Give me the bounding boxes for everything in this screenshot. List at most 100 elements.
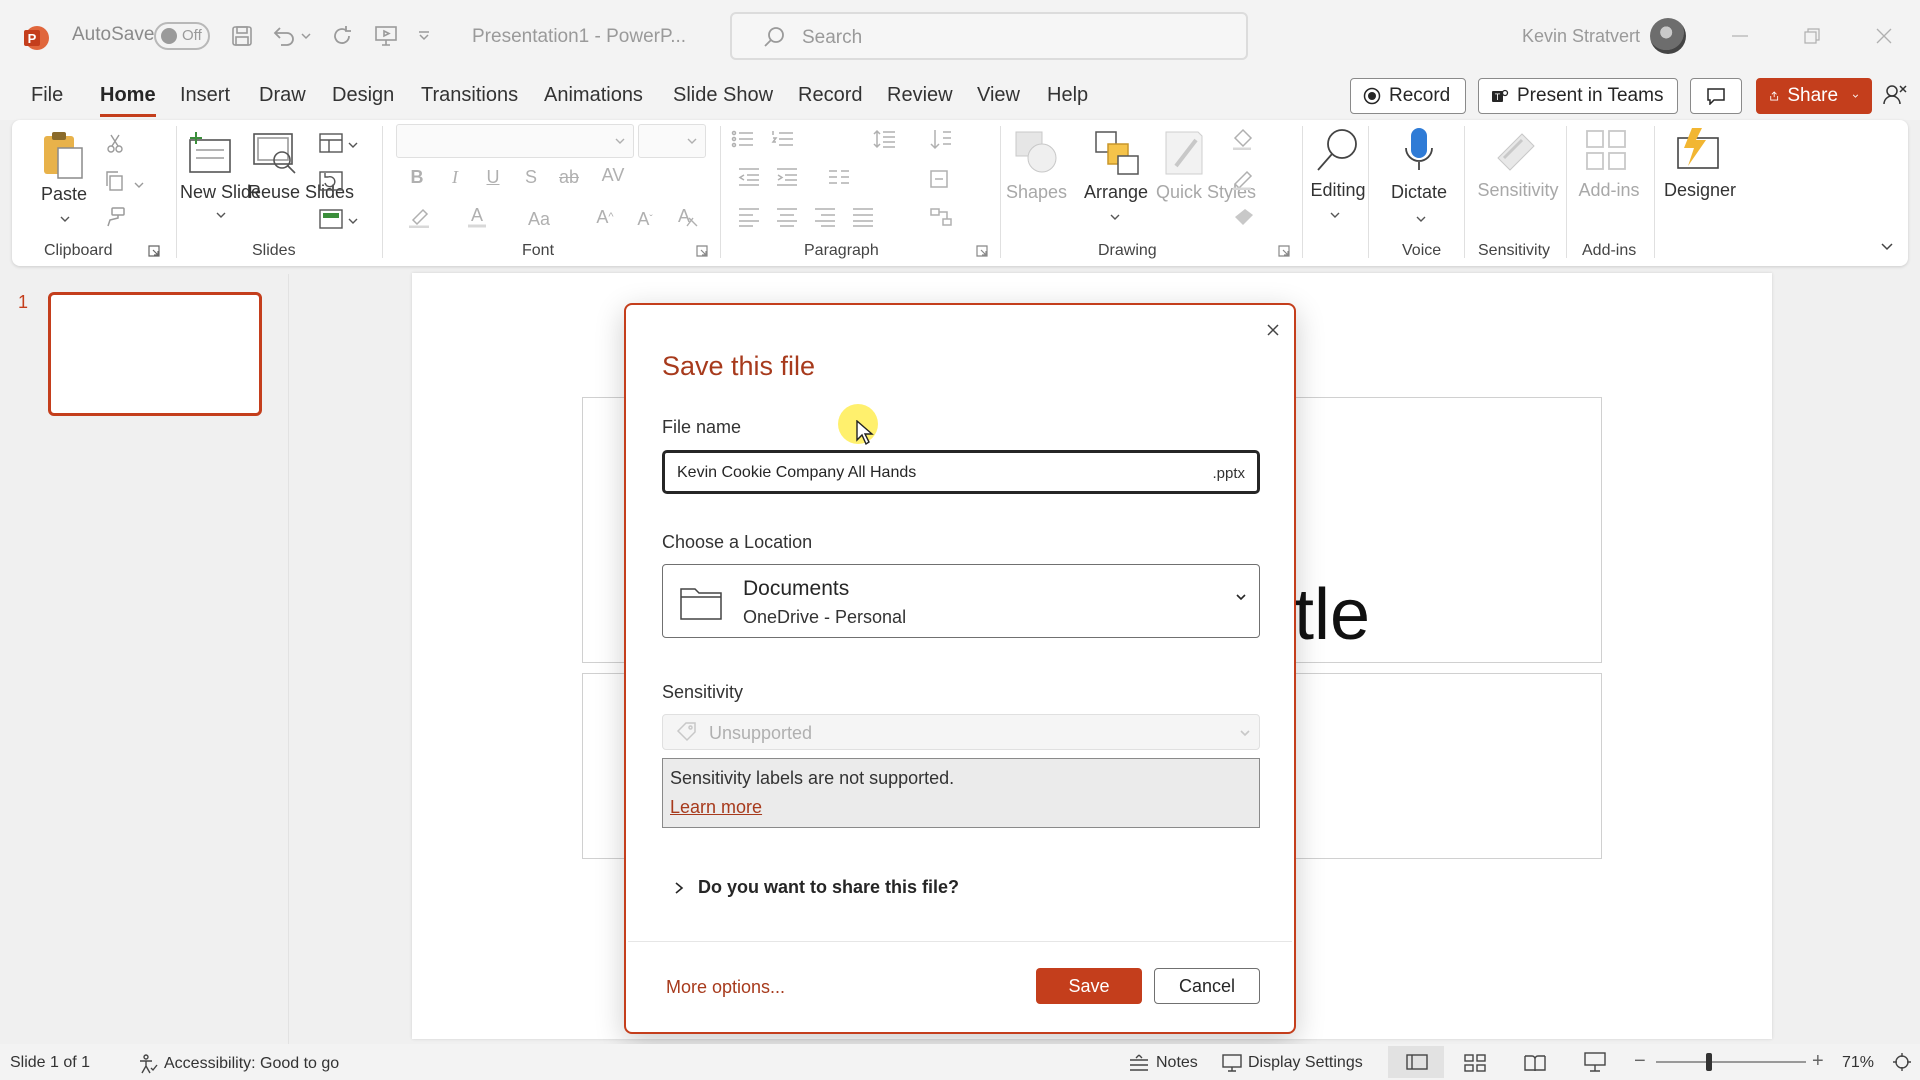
shapes-icon[interactable] bbox=[1012, 128, 1060, 176]
dictate-dropdown-icon[interactable] bbox=[1408, 208, 1434, 230]
customize-toolbar-icon[interactable] bbox=[414, 22, 434, 50]
search-box[interactable]: Search bbox=[730, 12, 1248, 60]
avatar[interactable] bbox=[1650, 18, 1686, 54]
copy-icon[interactable] bbox=[102, 170, 128, 192]
reuse-slides-icon[interactable] bbox=[250, 130, 298, 176]
redo-icon[interactable] bbox=[328, 22, 356, 50]
fit-to-window-icon[interactable] bbox=[1892, 1052, 1912, 1072]
minimize-icon[interactable] bbox=[1720, 20, 1760, 52]
paragraph-launcher-icon[interactable] bbox=[974, 240, 990, 262]
bullets-icon[interactable] bbox=[730, 128, 756, 150]
file-name-field[interactable]: Kevin Cookie Company All Hands .pptx bbox=[662, 450, 1260, 494]
font-family-select[interactable] bbox=[396, 124, 634, 158]
columns-icon[interactable] bbox=[826, 166, 852, 188]
learn-more-link[interactable]: Learn more bbox=[670, 797, 762, 818]
sensitivity-icon[interactable] bbox=[1494, 128, 1538, 176]
shadow-icon[interactable]: S bbox=[518, 166, 544, 188]
editing-dropdown-icon[interactable] bbox=[1322, 204, 1348, 226]
quick-styles-icon[interactable] bbox=[1162, 128, 1210, 178]
tab-home[interactable]: Home bbox=[100, 84, 156, 117]
character-spacing-icon[interactable]: AV bbox=[596, 164, 630, 186]
numbering-icon[interactable] bbox=[770, 128, 796, 150]
reading-view-icon[interactable] bbox=[1524, 1054, 1546, 1072]
text-direction-icon[interactable] bbox=[928, 128, 954, 150]
share-button[interactable]: Share bbox=[1756, 78, 1872, 114]
tab-file[interactable]: File bbox=[31, 84, 63, 107]
save-button[interactable]: Save bbox=[1036, 968, 1142, 1004]
highlight-icon[interactable] bbox=[406, 206, 432, 228]
layout-icon[interactable] bbox=[318, 132, 344, 154]
drawing-launcher-icon[interactable] bbox=[1276, 240, 1292, 262]
save-icon[interactable] bbox=[228, 22, 256, 50]
normal-view-button[interactable] bbox=[1388, 1046, 1444, 1078]
present-in-teams-button[interactable]: T Present in Teams bbox=[1478, 78, 1678, 114]
display-settings-button[interactable]: Display Settings bbox=[1222, 1054, 1363, 1072]
align-left-icon[interactable] bbox=[736, 206, 762, 228]
comments-button[interactable] bbox=[1690, 78, 1742, 114]
strikethrough-icon[interactable]: ab bbox=[556, 166, 582, 188]
record-button[interactable]: Record bbox=[1350, 78, 1466, 114]
smartart-icon[interactable] bbox=[928, 206, 954, 228]
shape-outline-icon[interactable] bbox=[1230, 168, 1256, 190]
cancel-button[interactable]: Cancel bbox=[1154, 968, 1260, 1004]
present-from-beginning-icon[interactable] bbox=[372, 22, 400, 50]
zoom-slider-thumb[interactable] bbox=[1706, 1053, 1712, 1071]
more-options-link[interactable]: More options... bbox=[666, 977, 785, 998]
zoom-in-icon[interactable]: + bbox=[1812, 1050, 1824, 1073]
underline-icon[interactable]: U bbox=[480, 166, 506, 188]
slide-sorter-icon[interactable] bbox=[1464, 1054, 1486, 1072]
clear-formatting-icon[interactable]: A bbox=[674, 206, 700, 228]
bold-icon[interactable]: B bbox=[404, 166, 430, 188]
tab-transitions[interactable]: Transitions bbox=[421, 84, 518, 107]
zoom-level[interactable]: 71% bbox=[1842, 1054, 1874, 1072]
change-case-icon[interactable]: Aa bbox=[522, 208, 556, 230]
tab-view[interactable]: View bbox=[977, 84, 1020, 107]
paste-dropdown-icon[interactable] bbox=[52, 208, 78, 230]
zoom-slider[interactable] bbox=[1656, 1053, 1806, 1071]
tab-insert[interactable]: Insert bbox=[180, 84, 230, 107]
tab-animations[interactable]: Animations bbox=[544, 84, 643, 107]
align-right-icon[interactable] bbox=[812, 206, 838, 228]
close-icon[interactable] bbox=[1258, 315, 1288, 345]
decrease-indent-icon[interactable] bbox=[736, 166, 762, 188]
designer-icon[interactable] bbox=[1672, 126, 1722, 172]
undo-dropdown-icon[interactable] bbox=[298, 22, 314, 50]
font-launcher-icon[interactable] bbox=[694, 240, 710, 262]
cut-icon[interactable] bbox=[102, 132, 128, 154]
line-spacing-icon[interactable] bbox=[872, 128, 898, 150]
tab-help[interactable]: Help bbox=[1047, 84, 1088, 107]
grow-font-icon[interactable]: A ^ bbox=[592, 206, 618, 228]
sensitivity-dropdown[interactable]: Unsupported bbox=[662, 714, 1260, 750]
microphone-icon[interactable] bbox=[1404, 126, 1434, 178]
align-text-icon[interactable] bbox=[928, 168, 954, 190]
paste-icon[interactable] bbox=[40, 130, 84, 180]
arrange-dropdown-icon[interactable] bbox=[1102, 206, 1128, 228]
chevron-down-icon[interactable] bbox=[1852, 91, 1859, 101]
align-center-icon[interactable] bbox=[774, 206, 800, 228]
arrange-icon[interactable] bbox=[1092, 128, 1140, 176]
new-slide-dropdown-icon[interactable] bbox=[208, 204, 234, 226]
clipboard-launcher-icon[interactable] bbox=[146, 240, 162, 262]
slide-count[interactable]: Slide 1 of 1 bbox=[10, 1054, 90, 1072]
tab-draw[interactable]: Draw bbox=[259, 84, 306, 107]
coauthor-icon[interactable] bbox=[1882, 82, 1908, 108]
restore-icon[interactable] bbox=[1792, 20, 1832, 52]
slide-thumbnail[interactable] bbox=[48, 292, 262, 416]
italic-icon[interactable]: I bbox=[442, 166, 468, 188]
font-size-select[interactable] bbox=[638, 124, 706, 158]
shape-effects-icon[interactable] bbox=[1230, 206, 1256, 228]
increase-indent-icon[interactable] bbox=[774, 166, 800, 188]
accessibility-status[interactable]: Accessibility: Good to go bbox=[138, 1054, 339, 1074]
autosave-toggle[interactable]: Off bbox=[154, 22, 210, 50]
tab-record[interactable]: Record bbox=[798, 84, 862, 107]
zoom-out-icon[interactable]: − bbox=[1634, 1050, 1646, 1073]
section-dropdown-icon[interactable] bbox=[346, 210, 360, 232]
section-icon[interactable] bbox=[318, 208, 344, 230]
add-ins-icon[interactable] bbox=[1584, 128, 1630, 174]
location-dropdown[interactable]: Documents OneDrive - Personal bbox=[662, 564, 1260, 638]
copy-dropdown-icon[interactable] bbox=[132, 174, 146, 196]
reset-slide-icon[interactable] bbox=[318, 170, 344, 192]
shape-fill-icon[interactable] bbox=[1230, 128, 1256, 150]
tab-design[interactable]: Design bbox=[332, 84, 394, 107]
user-name[interactable]: Kevin Stratvert bbox=[1522, 26, 1640, 47]
